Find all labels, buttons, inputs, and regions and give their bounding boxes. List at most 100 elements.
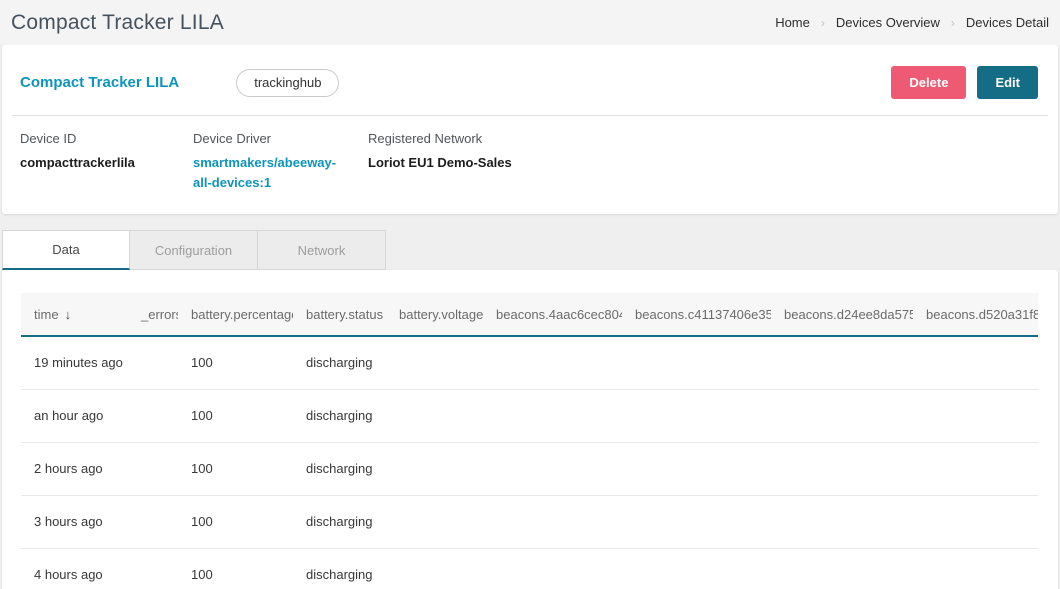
device-actions: Delete Edit (891, 66, 1038, 99)
table-row: 2 hours ago 100discharging (21, 442, 1038, 495)
cell-beacons-4aac6cec804f (483, 442, 622, 495)
column-header-battery-voltage[interactable]: battery.voltage (386, 293, 483, 336)
cell-beacons-d520a31f8 (913, 442, 1038, 495)
breadcrumb: Home › Devices Overview › Devices Detail (775, 15, 1049, 30)
device-driver-link[interactable]: smartmakers/abeeway-all-devices:1 (193, 153, 350, 193)
cell-time: 19 minutes ago (21, 336, 128, 389)
table-scroll-area[interactable]: time ↓ _errors battery.percentage battery.st… (21, 293, 1038, 589)
column-header-label: beacons.d24ee8da575c (784, 307, 913, 322)
chevron-right-icon: › (821, 16, 825, 30)
column-header-label: battery.status (306, 307, 383, 322)
cell-beacons-c41137406e35 (622, 336, 771, 389)
cell-errors (128, 548, 178, 589)
cell-time: 3 hours ago (21, 495, 128, 548)
column-header-label: time (34, 307, 59, 322)
column-header-beacons-d520a31f8[interactable]: beacons.d520a31f8 (913, 293, 1038, 336)
column-header-time[interactable]: time ↓ (21, 293, 128, 336)
column-header-beacons-4aac6cec804f[interactable]: beacons.4aac6cec804f (483, 293, 622, 336)
device-info-card: Compact Tracker LILA trackinghub Delete … (2, 45, 1058, 214)
device-card-header: Compact Tracker LILA trackinghub Delete … (2, 45, 1058, 115)
cell-beacons-d24ee8da575c (771, 495, 913, 548)
column-header-beacons-d24ee8da575c[interactable]: beacons.d24ee8da575c (771, 293, 913, 336)
cell-errors (128, 495, 178, 548)
cell-battery-percentage: 100 (178, 495, 293, 548)
table-row: 3 hours ago 100discharging (21, 495, 1038, 548)
column-header-battery-percentage[interactable]: battery.percentage (178, 293, 293, 336)
cell-beacons-d24ee8da575c (771, 548, 913, 589)
column-header-label: battery.voltage (399, 307, 483, 322)
cell-battery-status: discharging (293, 548, 386, 589)
device-data-table: time ↓ _errors battery.percentage battery.st… (21, 293, 1038, 589)
cell-battery-percentage: 100 (178, 442, 293, 495)
cell-battery-status: discharging (293, 336, 386, 389)
cell-errors (128, 442, 178, 495)
cell-beacons-4aac6cec804f (483, 548, 622, 589)
cell-time: an hour ago (21, 389, 128, 442)
cell-battery-voltage (386, 495, 483, 548)
edit-button[interactable]: Edit (977, 66, 1038, 99)
cell-battery-status: discharging (293, 495, 386, 548)
cell-beacons-4aac6cec804f (483, 336, 622, 389)
field-label: Registered Network (368, 131, 525, 146)
cell-beacons-d24ee8da575c (771, 442, 913, 495)
table-body: 19 minutes ago100dischargingan hour ago1… (21, 336, 1038, 589)
cell-time: 4 hours ago (21, 548, 128, 589)
delete-button[interactable]: Delete (891, 66, 966, 99)
cell-battery-status: discharging (293, 442, 386, 495)
column-header-beacons-c41137406e35[interactable]: beacons.c41137406e35 (622, 293, 771, 336)
table-header-row: time ↓ _errors battery.percentage battery.st… (21, 293, 1038, 336)
breadcrumb-item-devices-detail: Devices Detail (966, 15, 1049, 30)
cell-battery-percentage: 100 (178, 548, 293, 589)
cell-battery-voltage (386, 336, 483, 389)
data-table-card: time ↓ _errors battery.percentage battery.st… (2, 270, 1058, 589)
chevron-right-icon: › (951, 16, 955, 30)
column-header-label: _errors (141, 307, 178, 322)
cell-beacons-d520a31f8 (913, 336, 1038, 389)
breadcrumb-item-devices-overview[interactable]: Devices Overview (836, 15, 940, 30)
table-row: 19 minutes ago 100discharging (21, 336, 1038, 389)
column-header-errors[interactable]: _errors (128, 293, 178, 336)
cell-beacons-d520a31f8 (913, 495, 1038, 548)
column-header-battery-status[interactable]: battery.status (293, 293, 386, 336)
table-row: 4 hours ago 100discharging (21, 548, 1038, 589)
cell-battery-voltage (386, 389, 483, 442)
field-label: Device ID (20, 131, 175, 146)
table-row: an hour ago 100discharging (21, 389, 1038, 442)
device-tag-badge: trackinghub (236, 69, 339, 97)
device-info-grid: Device ID compacttrackerlila Device Driver… (2, 116, 1058, 214)
column-header-label: battery.percentage (191, 307, 293, 322)
sort-descending-icon: ↓ (65, 307, 72, 322)
column-header-label: beacons.4aac6cec804f (496, 307, 622, 322)
breadcrumb-item-home[interactable]: Home (775, 15, 810, 30)
device-name: Compact Tracker LILA (20, 74, 179, 91)
cell-errors (128, 389, 178, 442)
top-bar: Compact Tracker LILA Home › Devices Overvi… (0, 0, 1060, 45)
cell-time: 2 hours ago (21, 442, 128, 495)
cell-battery-percentage: 100 (178, 336, 293, 389)
cell-battery-percentage: 100 (178, 389, 293, 442)
cell-battery-voltage (386, 442, 483, 495)
cell-beacons-4aac6cec804f (483, 495, 622, 548)
tab-network[interactable]: Network (258, 230, 386, 270)
cell-beacons-c41137406e35 (622, 389, 771, 442)
cell-battery-voltage (386, 548, 483, 589)
cell-battery-status: discharging (293, 389, 386, 442)
device-field-device-id: Device ID compacttrackerlila (20, 131, 193, 193)
cell-beacons-d24ee8da575c (771, 389, 913, 442)
field-value: compacttrackerlila (20, 153, 175, 173)
tab-configuration[interactable]: Configuration (130, 230, 258, 270)
cell-beacons-c41137406e35 (622, 495, 771, 548)
column-header-label: beacons.d520a31f8 (926, 307, 1038, 322)
tab-bar: DataConfigurationNetwork (2, 230, 1058, 270)
tab-data[interactable]: Data (2, 230, 130, 270)
device-field-registered-network: Registered NetworkLoriot EU1 Demo-Sales (368, 131, 543, 193)
page-title: Compact Tracker LILA (11, 11, 224, 35)
cell-beacons-d24ee8da575c (771, 336, 913, 389)
cell-errors (128, 336, 178, 389)
device-field-device-driver: Device Driver smartmakers/abeeway-all-dev… (193, 131, 368, 193)
cell-beacons-c41137406e35 (622, 442, 771, 495)
cell-beacons-d520a31f8 (913, 389, 1038, 442)
cell-beacons-c41137406e35 (622, 548, 771, 589)
field-label: Device Driver (193, 131, 350, 146)
cell-beacons-4aac6cec804f (483, 389, 622, 442)
